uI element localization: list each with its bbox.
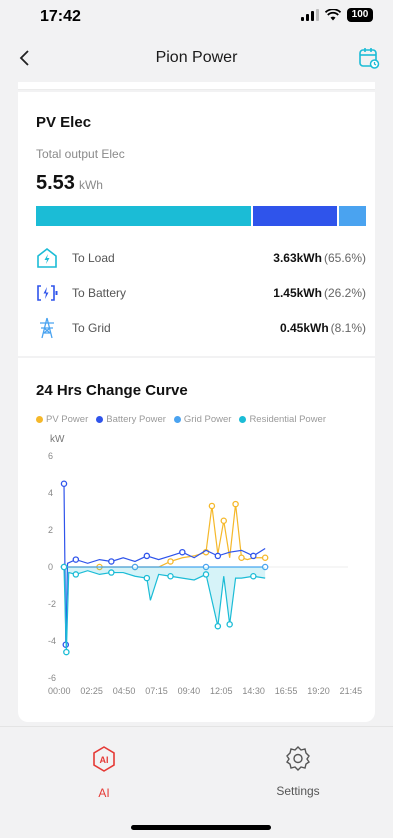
series-point bbox=[179, 548, 186, 556]
series-point bbox=[143, 552, 151, 560]
series-point bbox=[72, 556, 80, 563]
series-point bbox=[214, 552, 222, 560]
series-point bbox=[143, 574, 151, 582]
x-tick-label: 21:45 bbox=[340, 686, 363, 696]
y-tick-label: -4 bbox=[48, 636, 56, 646]
tab-settings[interactable]: Settings bbox=[238, 745, 358, 798]
x-tick-label: 12:05 bbox=[210, 686, 233, 696]
to-grid-percent: (8.1%) bbox=[330, 321, 366, 335]
series-point bbox=[250, 572, 257, 580]
legend-dot-residential bbox=[239, 416, 247, 423]
distribution-bar-grid bbox=[339, 206, 366, 226]
to-battery-row: To Battery 1.45kWh (26.2%) bbox=[36, 282, 366, 304]
distribution-bar-battery bbox=[252, 206, 340, 226]
series-point bbox=[63, 648, 70, 656]
to-grid-label: To Grid bbox=[72, 321, 111, 335]
x-tick-label: 00:00 bbox=[48, 686, 71, 696]
tab-settings-label: Settings bbox=[276, 784, 320, 798]
x-tick-label: 09:40 bbox=[178, 686, 201, 696]
series-point bbox=[60, 563, 68, 571]
status-icons: 100 bbox=[301, 8, 373, 22]
legend-dot-grid bbox=[173, 416, 181, 423]
to-load-percent: (65.6%) bbox=[323, 251, 366, 265]
navbar: Pion Power bbox=[0, 36, 393, 82]
series-point bbox=[208, 502, 216, 510]
x-tick-label: 16:55 bbox=[275, 686, 298, 696]
legend-dot-pv bbox=[36, 416, 43, 423]
x-tick-label: 07:15 bbox=[145, 686, 168, 696]
x-tick-label: 14:30 bbox=[242, 686, 265, 696]
previous-card-edge bbox=[18, 82, 375, 90]
series-point bbox=[108, 558, 115, 565]
series-point bbox=[261, 554, 269, 561]
to-battery-kwh: 1.45kWh bbox=[273, 286, 322, 300]
pv-elec-card: PV Elec Total output Elec 5.53 kWh To Loa… bbox=[18, 92, 375, 356]
distribution-bar-load bbox=[36, 206, 253, 226]
power-tower-icon bbox=[40, 317, 54, 339]
tab-bar: AI AI Settings bbox=[0, 726, 393, 838]
x-tick-label: 19:20 bbox=[307, 686, 330, 696]
battery-icon: 100 bbox=[347, 8, 373, 22]
change-curve-title: 24 Hrs Change Curve bbox=[36, 382, 188, 399]
tab-ai-label: AI bbox=[98, 786, 110, 800]
total-output-value: 5.53 kWh bbox=[36, 172, 103, 195]
to-grid-value: 0.45kWh (8.1%) bbox=[280, 321, 366, 335]
series-point bbox=[202, 571, 210, 578]
to-grid-row: To Grid 0.45kWh (8.1%) bbox=[36, 317, 366, 339]
page-title: Pion Power bbox=[155, 49, 238, 66]
y-tick-label: -2 bbox=[48, 599, 56, 609]
series-line-residential-power bbox=[63, 566, 266, 653]
wifi-icon bbox=[325, 9, 341, 21]
series-point bbox=[108, 569, 115, 576]
to-load-row: To Load 3.63kWh (65.6%) bbox=[36, 247, 366, 269]
home-indicator bbox=[131, 825, 271, 830]
status-bar: 17:42 100 bbox=[0, 0, 393, 36]
series-point bbox=[226, 621, 233, 628]
series-point bbox=[72, 571, 80, 578]
series-point bbox=[220, 517, 227, 525]
y-tick-label: -6 bbox=[48, 673, 56, 683]
to-battery-value: 1.45kWh (26.2%) bbox=[273, 286, 366, 300]
calendar-icon[interactable] bbox=[357, 46, 381, 70]
x-tick-label: 02:25 bbox=[80, 686, 103, 696]
total-output-unit: kWh bbox=[78, 178, 103, 192]
series-point bbox=[238, 554, 245, 561]
status-time: 17:42 bbox=[40, 8, 81, 25]
content-scroll[interactable]: PV Elec Total output Elec 5.53 kWh To Loa… bbox=[18, 82, 375, 722]
change-curve-card: 24 Hrs Change Curve PV Power Battery Pow… bbox=[18, 358, 375, 722]
series-point bbox=[167, 558, 174, 565]
y-tick-label: 4 bbox=[48, 488, 53, 498]
y-tick-label: 6 bbox=[48, 451, 53, 461]
to-battery-label: To Battery bbox=[72, 286, 127, 300]
series-point bbox=[167, 572, 174, 580]
to-grid-kwh: 0.45kWh bbox=[279, 321, 329, 335]
to-battery-percent: (26.2%) bbox=[323, 286, 366, 300]
to-load-kwh: 3.63kWh bbox=[273, 251, 322, 265]
ai-icon-text: AI bbox=[100, 755, 109, 765]
total-output-number: 5.53 bbox=[36, 172, 75, 194]
series-point bbox=[250, 552, 257, 560]
pv-elec-title: PV Elec bbox=[36, 114, 92, 131]
y-tick-label: 2 bbox=[48, 525, 53, 535]
series-point bbox=[60, 480, 68, 488]
y-axis-label: kW bbox=[50, 434, 65, 445]
series-point bbox=[232, 500, 239, 508]
home-bolt-icon bbox=[37, 247, 57, 268]
to-load-value: 3.63kWh (65.6%) bbox=[273, 251, 366, 265]
battery-bolt-icon bbox=[37, 285, 58, 301]
tab-ai[interactable]: AI AI bbox=[44, 745, 164, 800]
y-tick-label: 0 bbox=[48, 562, 53, 572]
change-curve-chart[interactable]: kW 6 4 2 0 -2 -4 -6 00:00 02:25 04:50 07:15 09:40 12:… bbox=[18, 424, 375, 704]
total-output-label: Total output Elec bbox=[36, 147, 125, 161]
ai-icon: AI bbox=[93, 746, 115, 772]
gear-icon bbox=[286, 746, 310, 771]
signal-icon bbox=[301, 9, 319, 21]
legend-dot-battery bbox=[96, 416, 104, 423]
distribution-bar bbox=[36, 206, 366, 226]
to-load-label: To Load bbox=[72, 251, 115, 265]
series-point bbox=[214, 622, 222, 630]
x-tick-label: 04:50 bbox=[113, 686, 136, 696]
